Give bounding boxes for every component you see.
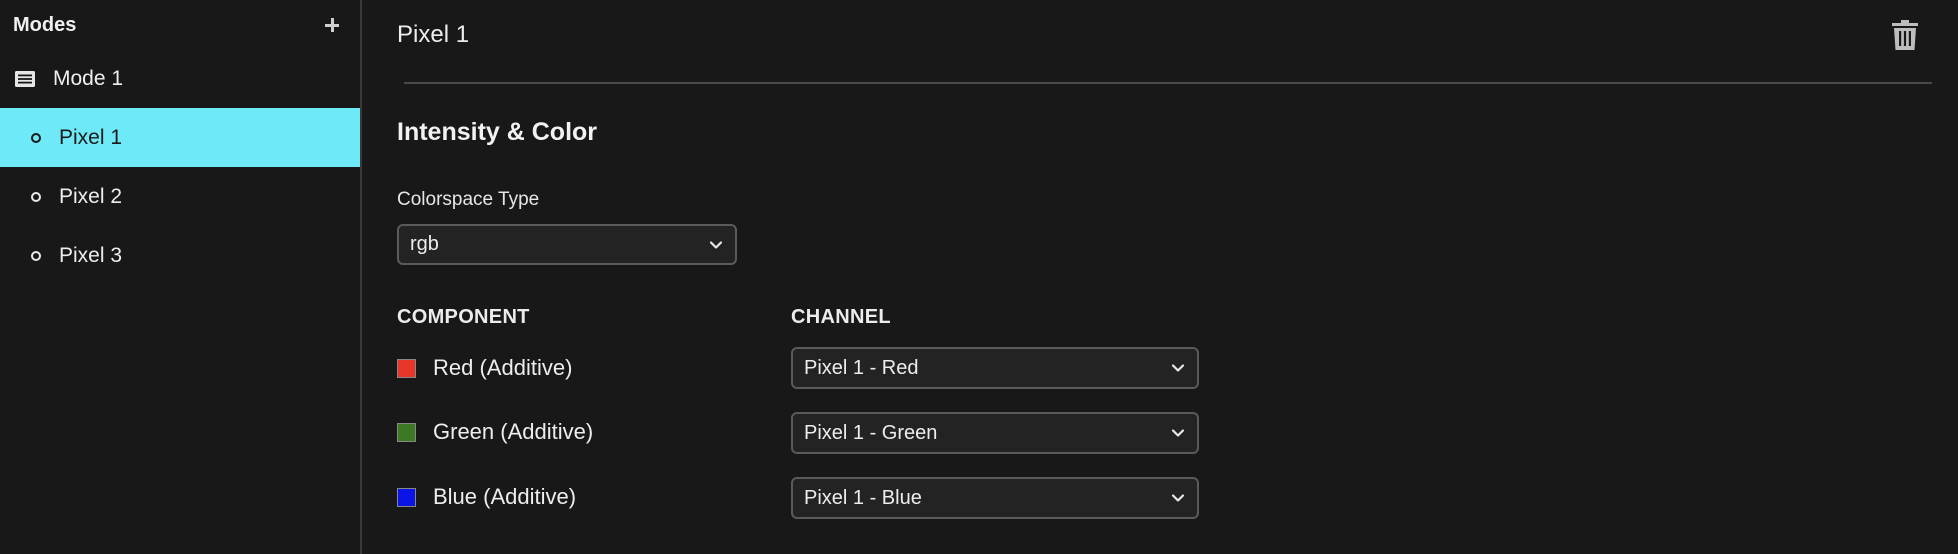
sidebar-item-pixel-1[interactable]: Pixel 1 [0, 108, 360, 167]
main-panel: Pixel 1 Intensity & Color Colorspace Typ… [362, 0, 1958, 554]
sidebar-item-mode-1[interactable]: Mode 1 [0, 50, 360, 108]
channel-value: Pixel 1 - Blue [804, 486, 922, 509]
color-swatch [397, 422, 416, 442]
sidebar-header: Modes [0, 0, 360, 50]
channel-select-red[interactable]: Pixel 1 - Red [791, 347, 1199, 389]
component-row-blue: Blue (Additive) [397, 477, 576, 517]
chevron-down-icon [709, 240, 723, 249]
trash-icon[interactable] [1892, 20, 1918, 50]
component-label: Blue (Additive) [433, 484, 577, 509]
list-icon [15, 71, 35, 87]
colorspace-label: Colorspace Type [397, 189, 540, 210]
bullet-icon [31, 132, 41, 143]
bullet-icon [31, 250, 41, 261]
colorspace-value: rgb [410, 233, 439, 255]
channel-select-blue[interactable]: Pixel 1 - Blue [791, 477, 1199, 519]
component-label: Green (Additive) [433, 419, 594, 444]
bullet-icon [31, 191, 41, 202]
app-window: Modes Mode 1 Pixel 1 Pixel 2 Pixel 3 Pix… [0, 0, 1958, 554]
channel-value: Pixel 1 - Green [804, 421, 938, 444]
chevron-down-icon [1171, 429, 1185, 437]
color-swatch [397, 487, 416, 507]
divider [404, 82, 1932, 84]
plus-icon[interactable] [322, 15, 342, 35]
sidebar-item-pixel-3[interactable]: Pixel 3 [0, 226, 360, 285]
color-swatch [397, 358, 416, 378]
chevron-down-icon [1171, 494, 1185, 502]
sidebar-item-label: Pixel 1 [59, 125, 123, 149]
component-label: Red (Additive) [433, 355, 573, 380]
sidebar-item-label: Pixel 3 [59, 243, 123, 267]
component-column-header: COMPONENT [397, 306, 530, 328]
sidebar-title: Modes [13, 13, 77, 36]
channel-column-header: CHANNEL [791, 306, 891, 328]
channel-value: Pixel 1 - Red [804, 356, 919, 379]
colorspace-select[interactable]: rgb [397, 224, 737, 265]
sidebar-item-label: Mode 1 [53, 67, 124, 90]
section-title: Intensity & Color [397, 118, 598, 146]
component-row-green: Green (Additive) [397, 412, 593, 452]
sidebar-item-label: Pixel 2 [59, 184, 123, 208]
chevron-down-icon [1171, 364, 1185, 372]
channel-select-green[interactable]: Pixel 1 - Green [791, 412, 1199, 454]
page-title: Pixel 1 [397, 21, 470, 48]
sidebar-item-pixel-2[interactable]: Pixel 2 [0, 167, 360, 226]
sidebar: Modes Mode 1 Pixel 1 Pixel 2 Pixel 3 [0, 0, 362, 554]
component-row-red: Red (Additive) [397, 348, 572, 388]
